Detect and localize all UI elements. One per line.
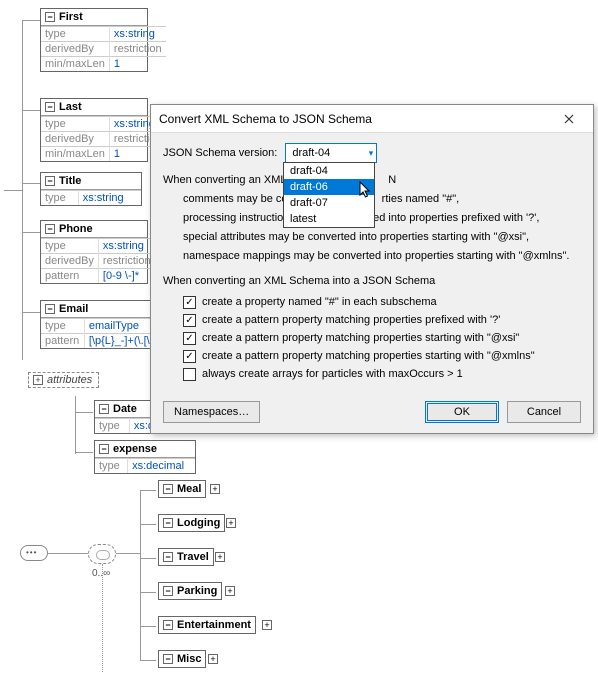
version-dropdown-list: draft-04 draft-06 draft-07 latest — [283, 162, 375, 228]
convert-schema-dialog: Convert XML Schema to JSON Schema JSON S… — [150, 104, 594, 434]
para1-line4: namespace mappings may be converted into… — [183, 249, 581, 264]
para1-line1: comments may be co rties named "#", — [183, 192, 581, 207]
collapse-icon[interactable]: − — [99, 404, 109, 414]
option-pattern-question[interactable]: ✓ create a pattern property matching pro… — [183, 311, 581, 329]
attributes-node[interactable]: + attributes — [28, 372, 99, 388]
dialog-titlebar[interactable]: Convert XML Schema to JSON Schema — [151, 105, 593, 133]
expand-icon[interactable]: + — [225, 586, 235, 596]
checkbox-label: always create arrays for particles with … — [202, 368, 463, 380]
schema-box-lodging[interactable]: −Lodging — [158, 514, 225, 532]
schema-box-parking[interactable]: −Parking — [158, 582, 222, 600]
version-combobox[interactable]: draft-04 ▾ — [285, 143, 377, 163]
collapse-icon[interactable]: − — [163, 654, 173, 664]
option-always-arrays[interactable]: always create arrays for particles with … — [183, 365, 581, 383]
schema-box-misc[interactable]: −Misc — [158, 650, 206, 668]
collapse-icon[interactable]: − — [45, 12, 55, 22]
cancel-button[interactable]: Cancel — [507, 401, 581, 423]
expand-icon[interactable]: + — [215, 552, 225, 562]
sequence-glyph-main — [20, 545, 48, 561]
dropdown-item-draft07[interactable]: draft-07 — [284, 195, 374, 211]
box-title: First — [59, 11, 83, 23]
checkbox-label: create a pattern property matching prope… — [202, 350, 535, 362]
checkbox-icon[interactable]: ✓ — [183, 350, 196, 363]
checkbox-label: create a pattern property matching prope… — [202, 332, 519, 344]
option-create-hash-property[interactable]: ✓ create a property named "#" in each su… — [183, 293, 581, 311]
option-pattern-xmlns[interactable]: ✓ create a pattern property matching pro… — [183, 347, 581, 365]
dialog-title: Convert XML Schema to JSON Schema — [159, 112, 372, 126]
schema-box-travel[interactable]: −Travel — [158, 548, 214, 566]
namespaces-button[interactable]: Namespaces… — [163, 401, 260, 423]
collapse-icon[interactable]: − — [163, 620, 173, 630]
checkbox-icon[interactable]: ✓ — [183, 314, 196, 327]
checkbox-icon[interactable]: ✓ — [183, 296, 196, 309]
collapse-icon[interactable]: − — [45, 224, 55, 234]
collapse-icon[interactable]: − — [45, 304, 55, 314]
schema-box-title[interactable]: −Title typexs:string — [40, 172, 142, 206]
dropdown-item-draft06[interactable]: draft-06 — [284, 179, 374, 195]
collapse-icon[interactable]: − — [163, 518, 173, 528]
combo-value: draft-04 — [292, 147, 330, 159]
checkbox-label: create a pattern property matching prope… — [202, 314, 500, 326]
expand-icon[interactable]: + — [33, 375, 43, 385]
collapse-icon[interactable]: − — [45, 176, 55, 186]
box-title: Phone — [59, 223, 93, 235]
schema-box-entertainment[interactable]: −Entertainment — [158, 616, 256, 634]
attributes-label: attributes — [47, 374, 92, 386]
box-title: Date — [113, 403, 137, 415]
box-title: Title — [59, 175, 81, 187]
expand-icon[interactable]: + — [210, 484, 220, 494]
expand-icon[interactable]: + — [226, 518, 236, 528]
collapse-icon[interactable]: − — [163, 484, 173, 494]
collapse-icon[interactable]: − — [45, 102, 55, 112]
box-title: Email — [59, 303, 88, 315]
dropdown-item-latest[interactable]: latest — [284, 211, 374, 227]
schema-box-first[interactable]: −First typexs:string derivedByrestrictio… — [40, 8, 148, 72]
option-pattern-xsi[interactable]: ✓ create a pattern property matching pro… — [183, 329, 581, 347]
close-button[interactable] — [553, 107, 585, 131]
chevron-down-icon: ▾ — [369, 148, 374, 159]
schema-box-expense[interactable]: −expense typexs:decimal — [94, 440, 196, 474]
collapse-icon[interactable]: − — [163, 552, 173, 562]
schema-box-last[interactable]: −Last typexs:string derivedByrestrictio … — [40, 98, 148, 162]
close-icon — [564, 114, 574, 124]
checkbox-icon[interactable]: ✓ — [183, 332, 196, 345]
para1-line2: processing instructions may be converted… — [183, 211, 581, 226]
expand-icon[interactable]: + — [262, 620, 272, 630]
schema-box-email[interactable]: −Email typeemailType pattern[\p{L}_-]+(\… — [40, 300, 162, 349]
expand-icon[interactable]: + — [208, 654, 218, 664]
para2-head: When converting an XML Schema into a JSO… — [163, 274, 581, 289]
box-title: expense — [113, 443, 157, 455]
collapse-icon[interactable]: − — [163, 586, 173, 596]
para1-line3: special attributes may be converted into… — [183, 230, 581, 245]
schema-box-phone[interactable]: −Phone typexs:string derivedByrestrictio… — [40, 220, 148, 284]
schema-box-meal[interactable]: −Meal — [158, 480, 206, 498]
checkbox-icon[interactable] — [183, 368, 196, 381]
choice-glyph — [88, 544, 116, 564]
ok-button[interactable]: OK — [425, 401, 499, 423]
dropdown-item-draft04[interactable]: draft-04 — [284, 163, 374, 179]
version-label: JSON Schema version: — [163, 147, 277, 159]
box-title: Last — [59, 101, 82, 113]
checkbox-label: create a property named "#" in each subs… — [202, 296, 437, 308]
collapse-icon[interactable]: − — [99, 444, 109, 454]
